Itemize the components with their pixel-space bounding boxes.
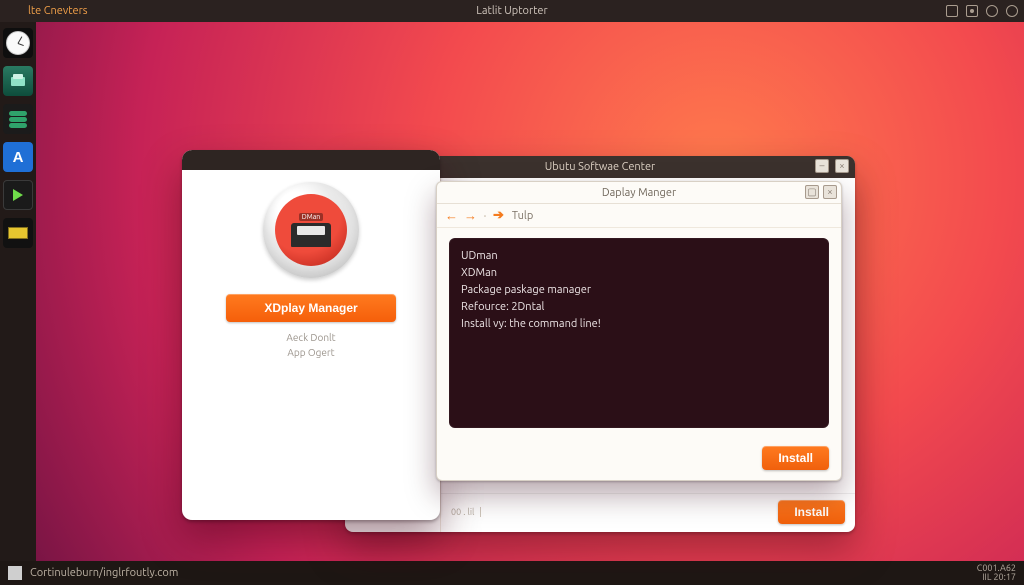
xdisplay-manager-button[interactable]: XDplay Manager	[226, 294, 396, 322]
dm-close-button[interactable]: ×	[823, 185, 837, 199]
dm-maximize-button[interactable]: ▢	[805, 185, 819, 199]
dock-files-icon[interactable]	[3, 218, 33, 248]
nav-reload-icon[interactable]: ➔	[493, 208, 504, 223]
dock-software-store-icon[interactable]: A	[3, 142, 33, 172]
nav-separator: ·	[483, 207, 487, 225]
terminal-line: Install vy: the command line!	[461, 316, 817, 333]
terminal-output: UDman XDMan Package paskage manager Refo…	[449, 238, 829, 428]
display-manager-toolbar: ← → · ➔ Tulp	[437, 204, 841, 228]
terminal-line: Package paskage manager	[461, 282, 817, 299]
minimize-button[interactable]: –	[815, 159, 829, 173]
software-center-title: Ubutu Softwae Center	[545, 161, 655, 173]
dock-clock-icon[interactable]	[3, 28, 33, 58]
display-manager-window: Daplay Manger ▢ × ← → · ➔ Tulp UDman XDM…	[436, 181, 842, 481]
launcher-link-1[interactable]: Aeck Donlt	[286, 332, 335, 343]
top-menu-bar: lte Cnevters Latlit Uptorter	[0, 0, 1024, 22]
system-tray	[946, 5, 1018, 17]
dock-widget-icon[interactable]	[3, 66, 33, 96]
terminal-line: Refource: 2Dntal	[461, 299, 817, 316]
nav-back-icon[interactable]: ←	[445, 208, 458, 223]
nav-forward-icon[interactable]: →	[464, 208, 477, 223]
launcher-titlebar[interactable]	[182, 150, 440, 170]
app-logo-icon: DMan	[263, 182, 359, 278]
software-center-install-button[interactable]: Install	[778, 500, 845, 524]
terminal-line: XDMan	[461, 265, 817, 282]
taskbar-right: C001.A62 IIL 20:17	[977, 564, 1016, 583]
taskbar-text: Cortinuleburn/inglrfoutly.com	[30, 567, 178, 579]
dock-video-icon[interactable]	[3, 180, 33, 210]
launcher-dock: A	[0, 22, 36, 561]
tray-power-icon[interactable]	[1006, 5, 1018, 17]
tray-indicator-2-icon[interactable]	[966, 5, 978, 17]
toolbar-label: Tulp	[512, 210, 533, 222]
close-button[interactable]: ×	[835, 159, 849, 173]
topbar-center-title: Latlit Uptorter	[0, 5, 1024, 17]
app-menu-label[interactable]: lte Cnevters	[28, 5, 88, 17]
terminal-line: UDman	[461, 248, 817, 265]
display-manager-install-button[interactable]: Install	[762, 446, 829, 470]
scanner-icon	[291, 223, 331, 247]
display-manager-launcher-window: DMan XDplay Manager Aeck Donlt App Ogert	[182, 150, 440, 520]
launcher-link-2[interactable]: App Ogert	[287, 347, 334, 358]
software-center-status: 00 . lil	[451, 507, 481, 517]
tray-indicator-1-icon[interactable]	[946, 5, 958, 17]
dock-database-icon[interactable]	[3, 104, 33, 134]
start-button-icon[interactable]	[8, 566, 22, 580]
bottom-taskbar: Cortinuleburn/inglrfoutly.com C001.A62 I…	[0, 561, 1024, 585]
app-logo-badge: DMan	[299, 213, 324, 221]
display-manager-title: Daplay Manger	[602, 187, 676, 199]
tray-indicator-3-icon[interactable]	[986, 5, 998, 17]
display-manager-titlebar[interactable]: Daplay Manger ▢ ×	[437, 182, 841, 204]
